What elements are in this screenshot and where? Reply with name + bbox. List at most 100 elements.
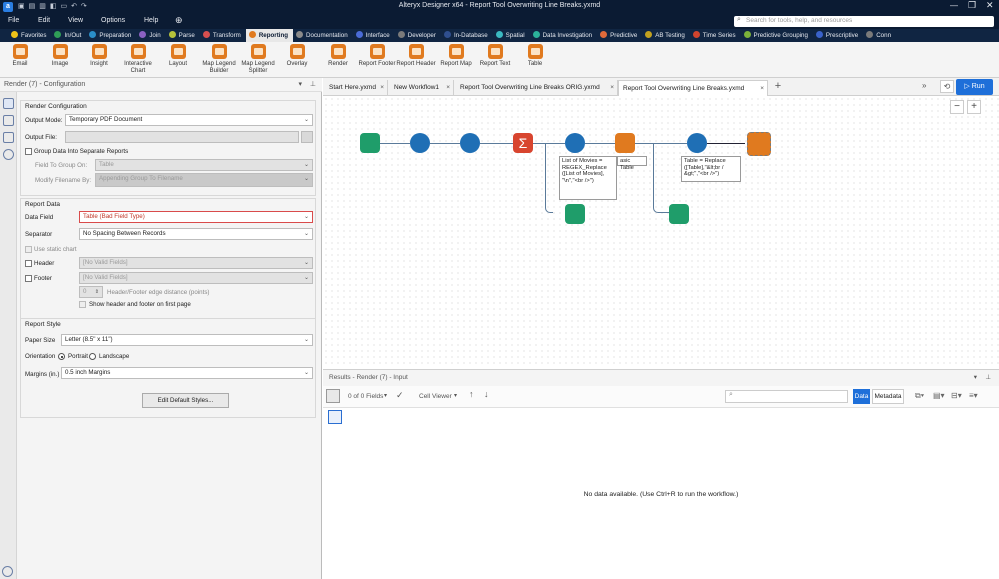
close-tab-icon[interactable]: × (380, 80, 384, 96)
gear-icon[interactable] (2, 98, 14, 109)
close-tab-icon[interactable]: × (760, 81, 764, 97)
category-tab-transform[interactable]: Transform (200, 29, 246, 42)
menu-edit[interactable]: Edit (38, 17, 50, 24)
dropdown-icon[interactable]: ▾ (298, 78, 302, 92)
pin-icon[interactable]: ⊥ (310, 78, 316, 92)
category-tab-interface[interactable]: Interface (353, 29, 395, 42)
menu-view[interactable]: View (68, 17, 83, 24)
tab-start-here[interactable]: Start Here.yxmd × (325, 80, 388, 96)
edit-default-styles-button[interactable]: Edit Default Styles... (142, 393, 229, 408)
tab-orig-workflow[interactable]: Report Tool Overwriting Line Breaks ORIG… (456, 80, 618, 96)
category-tab-prescriptive[interactable]: Prescriptive (813, 29, 863, 42)
category-tab-favorites[interactable]: Favorites (8, 29, 51, 42)
check-circle-icon[interactable] (2, 566, 13, 577)
filter-icon[interactable]: ⊟▾ (951, 391, 962, 400)
tag-icon[interactable] (2, 132, 14, 143)
tool-map-legend-builder[interactable]: Map Legend Builder (199, 44, 239, 75)
tool-table[interactable]: Table (515, 44, 555, 68)
copy-icon[interactable]: ⧉▾ (915, 391, 924, 401)
category-tab-spatial[interactable]: Spatial (493, 29, 530, 42)
category-tab-conn[interactable]: Conn (863, 29, 896, 42)
fields-count[interactable]: 0 of 0 Fields (348, 393, 383, 400)
zoom-out-button[interactable]: − (950, 100, 964, 114)
category-tab-ab-testing[interactable]: AB Testing (642, 29, 689, 42)
show-hf-checkbox[interactable] (79, 301, 86, 308)
connection-icon[interactable] (2, 115, 14, 126)
metadata-tab-button[interactable]: Metadata (872, 389, 904, 404)
tool-layout[interactable]: Layout (158, 44, 198, 68)
formula-tool-icon[interactable] (687, 133, 707, 153)
static-chart-checkbox[interactable] (25, 246, 32, 253)
footer-checkbox[interactable] (25, 275, 32, 282)
check-icon[interactable]: ✓ (396, 390, 404, 401)
output-mode-select[interactable]: Temporary PDF Document ⌄ (65, 114, 313, 126)
globe-icon[interactable]: ⊕ (175, 15, 183, 26)
header-checkbox[interactable] (25, 260, 32, 267)
category-tab-preparation[interactable]: Preparation (86, 29, 136, 42)
modify-filename-select[interactable]: Appending Group To Filename ⌄ (95, 173, 313, 187)
tab-new-workflow1[interactable]: New Workflow1 × (390, 80, 454, 96)
data-field-select[interactable]: Table (Bad Field Type) ⌄ (79, 211, 313, 223)
run-button[interactable]: ▷ Run (956, 79, 993, 95)
category-tab-in-database[interactable]: In-Database (441, 29, 493, 42)
input-data-tool-icon[interactable] (360, 133, 380, 153)
tool-map-legend-splitter[interactable]: Map Legend Splitter (238, 44, 278, 75)
menu-help[interactable]: Help (144, 17, 158, 24)
menu-options[interactable]: Options (101, 17, 125, 24)
summarize-tool-icon[interactable]: Σ (513, 133, 533, 153)
tool-overlay[interactable]: Overlay (277, 44, 317, 68)
arrow-up-icon[interactable]: ↑ (469, 389, 474, 399)
category-tab-in-out[interactable]: In/Out (51, 29, 86, 42)
tool-image[interactable]: Image (40, 44, 80, 68)
footer-select[interactable]: [No Valid Fields] ⌄ (79, 272, 313, 284)
category-tab-time-series[interactable]: Time Series (690, 29, 741, 42)
formula-tool-icon[interactable] (565, 133, 585, 153)
category-tab-join[interactable]: Join (136, 29, 165, 42)
tool-interactive-chart[interactable]: Interactive Chart (118, 44, 158, 75)
category-tab-parse[interactable]: Parse (166, 29, 200, 42)
render-tool-icon[interactable] (747, 132, 771, 156)
table-tool-icon[interactable] (615, 133, 635, 153)
cell-viewer-dropdown[interactable]: Cell Viewer (419, 393, 452, 400)
category-tab-reporting[interactable]: Reporting (245, 29, 294, 42)
tab-active-workflow[interactable]: Report Tool Overwriting Line Breaks.yxmd… (618, 80, 768, 96)
zoom-in-button[interactable]: + (967, 100, 981, 114)
category-tab-documentation[interactable]: Documentation (293, 29, 353, 42)
category-tab-data-investigation[interactable]: Data Investigation (530, 29, 598, 42)
close-window-button[interactable]: ✕ (986, 0, 994, 11)
close-tab-icon[interactable]: × (446, 80, 450, 96)
portrait-radio[interactable] (58, 353, 65, 360)
results-side-icon[interactable] (328, 410, 342, 424)
pin-icon[interactable]: ⊥ (985, 370, 991, 386)
dropdown-icon[interactable]: ▾ (974, 370, 977, 386)
tool-report-footer[interactable]: Report Footer (357, 44, 397, 68)
browse-tool-icon[interactable] (669, 204, 689, 224)
tool-email[interactable]: Email (0, 44, 40, 68)
workflow-canvas[interactable]: − + Σ List of Movies = REGEX_Replace ([L… (323, 96, 999, 366)
arrow-down-icon[interactable]: ↓ (484, 389, 489, 399)
category-tab-predictive-grouping[interactable]: Predictive Grouping (741, 29, 813, 42)
data-tab-button[interactable]: Data (853, 389, 870, 404)
margins-select[interactable]: 0.5 inch Margins ⌄ (61, 367, 313, 379)
separator-select[interactable]: No Spacing Between Records ⌄ (79, 228, 313, 240)
group-data-checkbox[interactable] (25, 148, 32, 155)
category-tab-predictive[interactable]: Predictive (597, 29, 642, 42)
maximize-button[interactable]: ❐ (968, 0, 976, 11)
export-icon[interactable]: ▤▾ (933, 391, 945, 400)
field-to-group-select[interactable]: Table ⌄ (95, 159, 313, 171)
favorites-star-icon[interactable] (0, 29, 8, 42)
tool-report-map[interactable]: Report Map (436, 44, 476, 68)
chevron-down-icon[interactable]: ▾ (384, 392, 387, 399)
close-tab-icon[interactable]: × (610, 80, 614, 96)
folder-browse-icon[interactable] (301, 131, 313, 143)
menu-file[interactable]: File (8, 17, 19, 24)
output-file-input[interactable] (65, 131, 299, 143)
edge-distance-stepper[interactable]: 0 ⇕ (79, 286, 103, 298)
header-select[interactable]: [No Valid Fields] ⌄ (79, 257, 313, 269)
field-list-icon[interactable] (326, 389, 340, 403)
tool-report-header[interactable]: Report Header (396, 44, 436, 68)
minimize-button[interactable]: — (950, 1, 958, 10)
landscape-radio[interactable] (89, 353, 96, 360)
category-tab-developer[interactable]: Developer (395, 29, 441, 42)
tool-insight[interactable]: Insight (79, 44, 119, 68)
